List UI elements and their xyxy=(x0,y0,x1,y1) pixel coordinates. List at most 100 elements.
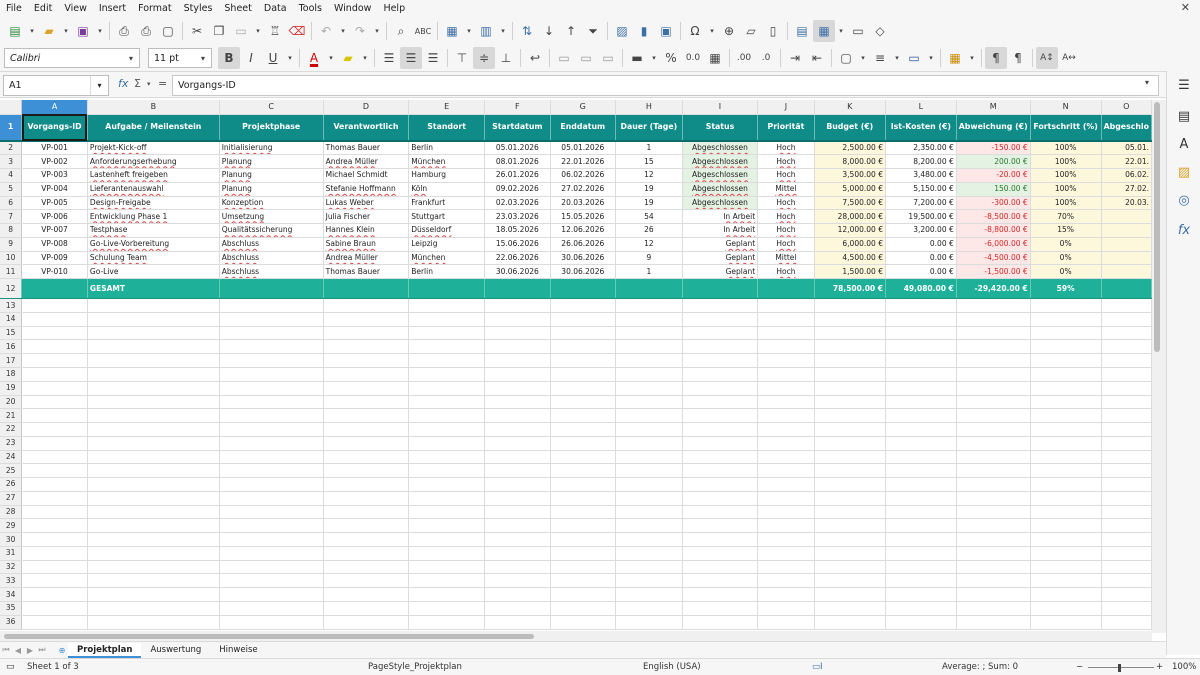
empty-cell[interactable] xyxy=(1101,615,1152,630)
row-header-10[interactable]: 10 xyxy=(0,251,23,266)
empty-cell[interactable] xyxy=(615,436,683,451)
empty-cell[interactable] xyxy=(21,381,88,396)
row-header-27[interactable]: 27 xyxy=(0,491,23,506)
empty-cell[interactable] xyxy=(757,381,815,396)
empty-cell[interactable] xyxy=(219,573,324,589)
empty-cell[interactable] xyxy=(21,463,88,479)
cell-l4[interactable]: 3,480.00 € xyxy=(885,168,957,183)
empty-cell[interactable] xyxy=(408,326,485,341)
column-header-k[interactable]: K xyxy=(814,100,886,115)
header-cell-b[interactable]: Aufgabe / Meilenstein xyxy=(87,114,220,142)
total-empty-cell[interactable] xyxy=(323,278,410,300)
empty-cell[interactable] xyxy=(682,298,759,313)
empty-cell[interactable] xyxy=(219,601,324,616)
empty-cell[interactable] xyxy=(1030,381,1102,396)
wrap-text-icon[interactable]: ↩ xyxy=(524,47,546,69)
freeze-rows-columns-icon[interactable]: ▦ xyxy=(813,20,835,42)
empty-cell[interactable] xyxy=(1101,381,1152,396)
empty-cell[interactable] xyxy=(814,463,886,479)
row-dropdown-icon[interactable]: ▾ xyxy=(463,20,475,42)
empty-cell[interactable] xyxy=(1101,408,1152,424)
empty-cell[interactable] xyxy=(682,339,759,355)
freeze-dropdown-icon[interactable]: ▾ xyxy=(835,20,847,42)
cell-g6[interactable]: 20.03.2026 xyxy=(550,196,616,211)
empty-cell[interactable] xyxy=(219,615,324,630)
empty-cell[interactable] xyxy=(484,353,551,368)
cell-f11[interactable]: 30.06.2026 xyxy=(484,264,551,280)
cell-m8[interactable]: -8,800.00 € xyxy=(956,223,1031,238)
empty-cell[interactable] xyxy=(615,601,683,616)
cell-d10[interactable]: Andrea Müller xyxy=(323,251,410,266)
empty-cell[interactable] xyxy=(550,353,616,368)
empty-cell[interactable] xyxy=(21,560,88,575)
row-header-36[interactable]: 36 xyxy=(0,615,23,630)
empty-cell[interactable] xyxy=(615,353,683,368)
cell-f3[interactable]: 08.01.2026 xyxy=(484,154,551,170)
cell-b2[interactable]: Projekt-Kick-off xyxy=(87,141,220,156)
empty-cell[interactable] xyxy=(885,450,957,465)
empty-cell[interactable] xyxy=(323,573,410,589)
empty-cell[interactable] xyxy=(814,381,886,396)
underline-icon[interactable]: U xyxy=(262,47,284,69)
column-header-c[interactable]: C xyxy=(219,100,324,115)
font-size-dropdown-icon[interactable]: ▾ xyxy=(195,49,211,67)
row-header-18[interactable]: 18 xyxy=(0,367,23,382)
row-header-26[interactable]: 26 xyxy=(0,477,23,492)
cell-h8[interactable]: 26 xyxy=(615,223,683,238)
empty-cell[interactable] xyxy=(956,546,1031,561)
row-header-23[interactable]: 23 xyxy=(0,436,23,451)
empty-cell[interactable] xyxy=(956,395,1031,410)
cell-k10[interactable]: 4,500.00 € xyxy=(814,251,886,266)
empty-cell[interactable] xyxy=(21,353,88,368)
cell-m10[interactable]: -4,500.00 € xyxy=(956,251,1031,266)
cell-f5[interactable]: 09.02.2026 xyxy=(484,182,551,197)
empty-cell[interactable] xyxy=(615,463,683,479)
empty-cell[interactable] xyxy=(219,422,324,437)
empty-cell[interactable] xyxy=(87,546,220,561)
empty-cell[interactable] xyxy=(1030,491,1102,506)
empty-cell[interactable] xyxy=(408,587,485,602)
cell-n11[interactable]: 0% xyxy=(1030,264,1102,280)
row-header-29[interactable]: 29 xyxy=(0,518,23,534)
row-header-35[interactable]: 35 xyxy=(0,601,23,616)
cell-a4[interactable]: VP-003 xyxy=(21,168,88,183)
empty-cell[interactable] xyxy=(1101,532,1152,547)
empty-cell[interactable] xyxy=(1101,450,1152,465)
empty-cell[interactable] xyxy=(1030,422,1102,437)
empty-cell[interactable] xyxy=(1030,339,1102,355)
empty-cell[interactable] xyxy=(484,339,551,355)
empty-cell[interactable] xyxy=(484,450,551,465)
empty-cell[interactable] xyxy=(323,546,410,561)
empty-cell[interactable] xyxy=(21,615,88,630)
empty-cell[interactable] xyxy=(757,326,815,341)
cell-d9[interactable]: Sabine Braun xyxy=(323,237,410,252)
empty-cell[interactable] xyxy=(682,463,759,479)
empty-cell[interactable] xyxy=(87,450,220,465)
header-cell-k[interactable]: Budget (€) xyxy=(814,114,886,142)
row-header-17[interactable]: 17 xyxy=(0,353,23,368)
row-header-16[interactable]: 16 xyxy=(0,339,23,355)
decrease-indent-icon[interactable]: ⇤ xyxy=(806,47,828,69)
empty-cell[interactable] xyxy=(21,587,88,602)
empty-cell[interactable] xyxy=(956,463,1031,479)
next-sheet-icon[interactable]: ▶ xyxy=(24,646,36,655)
cell-i3[interactable]: Abgeschlossen xyxy=(682,154,759,170)
cell-g11[interactable]: 30.06.2026 xyxy=(550,264,616,280)
empty-cell[interactable] xyxy=(757,367,815,382)
highlight-color-icon[interactable]: ▰ xyxy=(337,47,359,69)
empty-cell[interactable] xyxy=(21,436,88,451)
font-size-box[interactable]: 11 pt ▾ xyxy=(148,48,212,68)
menu-edit[interactable]: Edit xyxy=(28,0,58,17)
empty-cell[interactable] xyxy=(87,381,220,396)
hyperlink-icon[interactable]: ⊕ xyxy=(718,20,740,42)
empty-cell[interactable] xyxy=(1101,463,1152,479)
empty-cell[interactable] xyxy=(484,395,551,410)
empty-cell[interactable] xyxy=(87,505,220,520)
undo-icon[interactable]: ↶ xyxy=(315,20,337,42)
empty-cell[interactable] xyxy=(484,601,551,616)
empty-cell[interactable] xyxy=(484,312,551,327)
empty-cell[interactable] xyxy=(757,546,815,561)
spreadsheet-grid[interactable]: ABCDEFGHIJKLMNO 1 Vorgangs-ID Aufgabe / Me… xyxy=(0,100,1152,631)
empty-cell[interactable] xyxy=(814,615,886,630)
empty-cell[interactable] xyxy=(550,587,616,602)
